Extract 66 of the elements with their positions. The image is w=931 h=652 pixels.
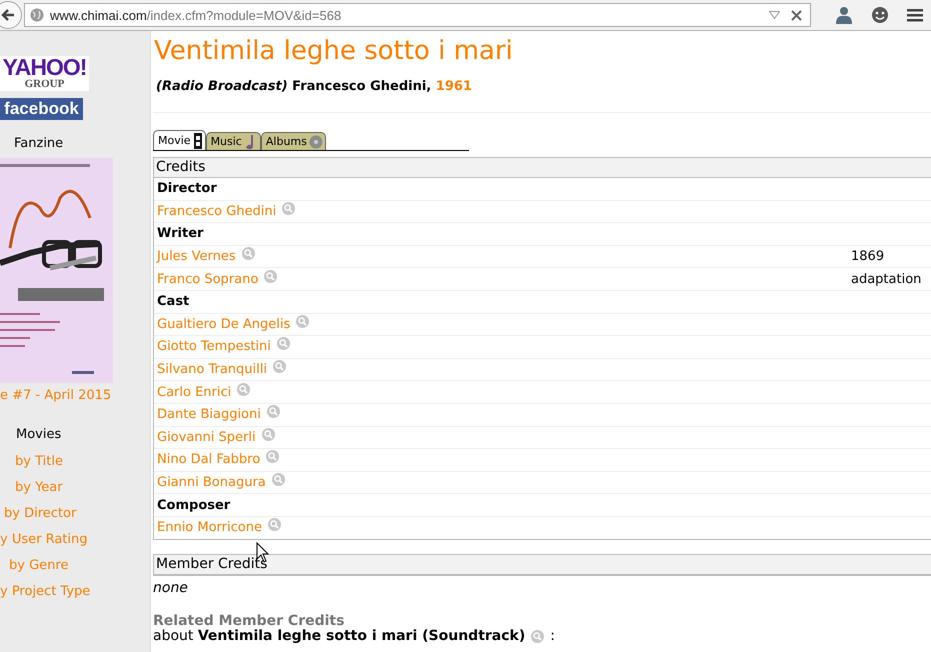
menu-icon[interactable] bbox=[907, 8, 923, 22]
person-link[interactable]: Gualtiero De Angelis bbox=[157, 316, 290, 332]
sidebar-heading: Movies bbox=[16, 427, 62, 442]
section-header: Member Credits bbox=[154, 554, 931, 574]
person-link[interactable]: Nino Dal Fabbro bbox=[157, 452, 260, 468]
person-link[interactable]: Carlo Enrici bbox=[157, 384, 232, 400]
person-link[interactable]: Dante Biaggioni bbox=[157, 407, 261, 422]
tab[interactable]: Music bbox=[206, 132, 261, 150]
search-icon[interactable] bbox=[268, 518, 281, 532]
sidebar-link[interactable]: by Director bbox=[4, 506, 76, 521]
sidebar-link[interactable]: by Title bbox=[15, 454, 63, 469]
search-icon[interactable] bbox=[242, 247, 255, 260]
search-icon[interactable] bbox=[531, 630, 544, 642]
person-link[interactable]: Gianni Bonagura bbox=[157, 475, 266, 490]
related-text: about Ventimila leghe sotto i mari (Soundtrack) bbox=[153, 628, 526, 644]
person-link[interactable]: Giotto Tempestini bbox=[157, 339, 271, 354]
section-heading: Related Member Credits bbox=[153, 612, 346, 628]
person-link[interactable]: Jules Vernes bbox=[157, 249, 236, 264]
credit-note: 1869 bbox=[851, 249, 886, 264]
subtitle: (Radio Broadcast) Francesco Ghedini, 1961 bbox=[156, 79, 473, 94]
film-strip-icon bbox=[192, 132, 203, 148]
person-link[interactable]: Silvano Tranquilli bbox=[157, 362, 267, 378]
credit-note: adaptation bbox=[851, 272, 922, 287]
search-icon[interactable] bbox=[266, 450, 280, 464]
section-header: Credits bbox=[154, 158, 931, 178]
disc-icon bbox=[308, 134, 323, 150]
person-link[interactable]: Ennio Morricone bbox=[157, 520, 262, 536]
issue-link[interactable]: e #7 - April 2015 bbox=[0, 388, 112, 403]
person-link[interactable]: Franco Soprano bbox=[157, 272, 258, 287]
role-heading: Director bbox=[157, 181, 217, 196]
person-icon[interactable] bbox=[835, 6, 853, 24]
tab[interactable]: Movie bbox=[153, 130, 206, 150]
year-link[interactable]: 1961 bbox=[436, 79, 472, 94]
search-icon[interactable] bbox=[237, 382, 250, 396]
search-icon[interactable] bbox=[296, 314, 310, 328]
colon-text: : bbox=[550, 628, 555, 644]
sidebar-link[interactable]: by Year bbox=[15, 480, 63, 495]
yahoo-group-logo[interactable]: YAHOO! GROUP bbox=[0, 56, 89, 91]
role-heading: Cast bbox=[157, 294, 190, 310]
address-field[interactable]: www.chimai.com/index.cfm?module=MOV&id=568 bbox=[24, 3, 811, 27]
role-heading: Writer bbox=[157, 226, 204, 242]
search-icon[interactable] bbox=[276, 337, 290, 350]
search-icon[interactable] bbox=[282, 202, 296, 215]
facebook-logo[interactable]: facebook bbox=[0, 98, 83, 120]
url-text: www.chimai.com/index.cfm?module=MOV&id=568 bbox=[50, 8, 342, 22]
tab[interactable]: Albums bbox=[260, 132, 326, 150]
sidebar-link[interactable]: by Genre bbox=[9, 558, 68, 573]
search-icon[interactable] bbox=[272, 360, 286, 374]
page-title: Ventimila leghe sotto i mari bbox=[154, 35, 514, 67]
person-link[interactable]: Francesco Ghedini bbox=[157, 204, 276, 219]
search-icon[interactable] bbox=[264, 270, 278, 283]
back-button[interactable] bbox=[0, 1, 22, 29]
smiley-icon[interactable] bbox=[871, 6, 889, 24]
sidebar-link[interactable]: y Project Type bbox=[0, 584, 90, 599]
back-arrow-icon bbox=[1, 9, 15, 21]
search-icon[interactable] bbox=[262, 428, 275, 441]
search-icon[interactable] bbox=[266, 405, 280, 418]
search-icon[interactable] bbox=[272, 473, 285, 486]
dropdown-icon[interactable] bbox=[769, 11, 780, 19]
person-link[interactable]: Giovanni Sperli bbox=[157, 430, 256, 445]
sidebar-heading: Fanzine bbox=[14, 136, 64, 151]
close-icon[interactable] bbox=[791, 10, 802, 20]
globe-icon bbox=[30, 8, 44, 22]
role-heading: Composer bbox=[157, 498, 230, 513]
empty-text: none bbox=[153, 580, 189, 596]
sidebar-link[interactable]: y User Rating bbox=[0, 532, 88, 547]
